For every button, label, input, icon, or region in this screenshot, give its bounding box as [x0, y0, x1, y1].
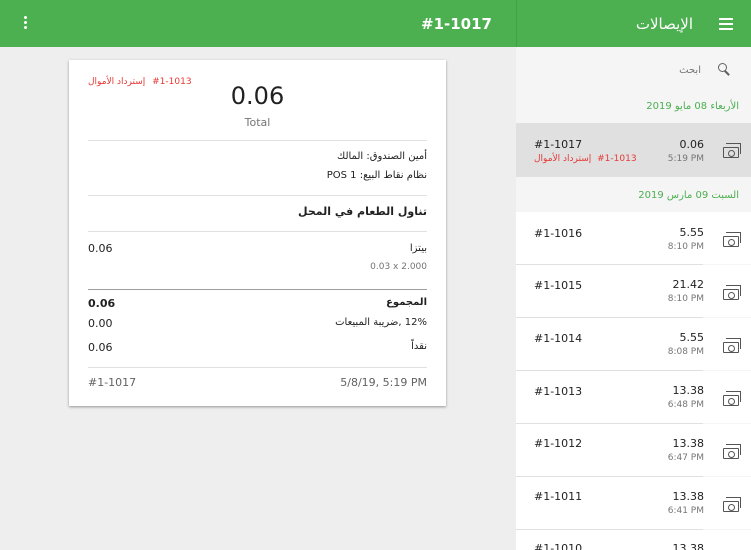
divider	[88, 140, 427, 141]
receipt-time: 5:19 PM	[667, 154, 704, 164]
receipt-number: #1-1016	[534, 227, 583, 240]
footer-receipt-number: #1-1017	[88, 376, 137, 389]
cash-label: نقداً	[411, 341, 427, 352]
footer-datetime: 5/8/19, 5:19 PM	[340, 376, 427, 389]
receipt-row[interactable]: #1-1016 5.55 8:10 PM	[516, 212, 751, 264]
item-detail: 0.03 x 2.000	[370, 262, 427, 272]
receipts-app-bar: الإيصالات	[516, 0, 751, 47]
receipt-amount: 13.38	[672, 437, 705, 450]
divider	[88, 367, 427, 368]
refund-label: إسترداد الأموال	[534, 154, 592, 164]
dining-option: تناول الطعام في المحل	[298, 205, 427, 218]
menu-icon[interactable]	[719, 18, 733, 30]
subtotal-value: 0.06	[88, 297, 116, 310]
receipt-row[interactable]: #1-1013 13.38 6:48 PM	[516, 371, 751, 423]
cash-icon	[723, 143, 741, 158]
cash-icon	[723, 285, 741, 300]
receipt-number: #1-1011	[534, 490, 583, 503]
receipt-row[interactable]: #1-1014 5.55 8:08 PM	[516, 318, 751, 370]
refund-note: #1-1013 إسترداد الأموال	[534, 154, 637, 164]
divider	[88, 195, 427, 196]
receipt-amount: 13.38	[672, 490, 705, 503]
item-name: بيتزا	[409, 243, 427, 254]
receipt-time: 8:10 PM	[667, 242, 704, 252]
receipt-title: #1-1017	[421, 15, 492, 33]
receipt-amount: 13.38	[672, 542, 705, 550]
receipt-row[interactable]: #1-1011 13.38 6:41 PM	[516, 477, 751, 529]
cash-icon	[723, 391, 741, 406]
divider	[88, 289, 427, 290]
more-vert-icon[interactable]	[22, 16, 30, 32]
subtotal-label: المجموع	[386, 297, 427, 308]
cash-icon	[723, 232, 741, 247]
receipt-time: 8:10 PM	[667, 294, 704, 304]
receipt-number: #1-1014	[534, 332, 583, 345]
cash-icon	[723, 497, 741, 512]
cash-value: 0.06	[88, 341, 113, 354]
receipt-row[interactable]: #1-1012 13.38 6:47 PM	[516, 424, 751, 476]
refund-ref: #1-1013	[597, 154, 637, 164]
search-input[interactable]	[571, 61, 701, 79]
receipt-app-bar: #1-1017	[0, 0, 516, 47]
receipt-amount: 5.55	[679, 226, 705, 239]
total-label: Total	[244, 116, 271, 129]
cashier: أمين الصندوق: المالك	[337, 151, 427, 162]
receipt-card: #1-1013 إسترداد الأموال 0.06 Total أمين …	[69, 60, 446, 406]
cash-icon	[723, 338, 741, 353]
receipt-number: #1-1015	[534, 279, 583, 292]
receipt-row[interactable]: #1-1015 21.42 8:10 PM	[516, 265, 751, 317]
receipt-number: #1-1013	[534, 385, 583, 398]
date-header: الأربعاء 08 مايو 2019	[646, 101, 739, 112]
tax-label: 12% ,ضريبة المبيعات	[335, 317, 427, 328]
search-bar[interactable]	[516, 47, 751, 92]
receipt-amount: 13.38	[672, 384, 705, 397]
receipt-number: #1-1012	[534, 437, 583, 450]
date-header: السبت 09 مارس 2019	[638, 190, 739, 201]
receipt-number: #1-1017	[534, 138, 583, 151]
receipt-time: 6:48 PM	[667, 400, 704, 410]
receipt-time: 6:41 PM	[667, 506, 704, 516]
receipt-amount: 5.55	[679, 331, 705, 344]
search-icon	[718, 63, 731, 76]
total-value: 0.06	[230, 82, 285, 110]
receipt-row[interactable]: #1-1010 13.38	[516, 530, 751, 550]
item-price: 0.06	[88, 242, 113, 255]
receipt-number: #1-1010	[534, 542, 583, 550]
divider	[88, 231, 427, 232]
panel-title: الإيصالات	[635, 15, 693, 33]
pos-name: نظام نقاط البيع: POS 1	[326, 170, 427, 181]
receipt-amount: 0.06	[679, 138, 705, 151]
cash-icon	[723, 444, 741, 459]
receipt-amount: 21.42	[672, 278, 705, 291]
receipt-time: 6:47 PM	[667, 453, 704, 463]
receipt-time: 8:08 PM	[667, 347, 704, 357]
receipt-row-selected[interactable]: #1-1017 #1-1013 إسترداد الأموال 0.06 5:1…	[516, 123, 751, 177]
tax-value: 0.00	[88, 317, 113, 330]
